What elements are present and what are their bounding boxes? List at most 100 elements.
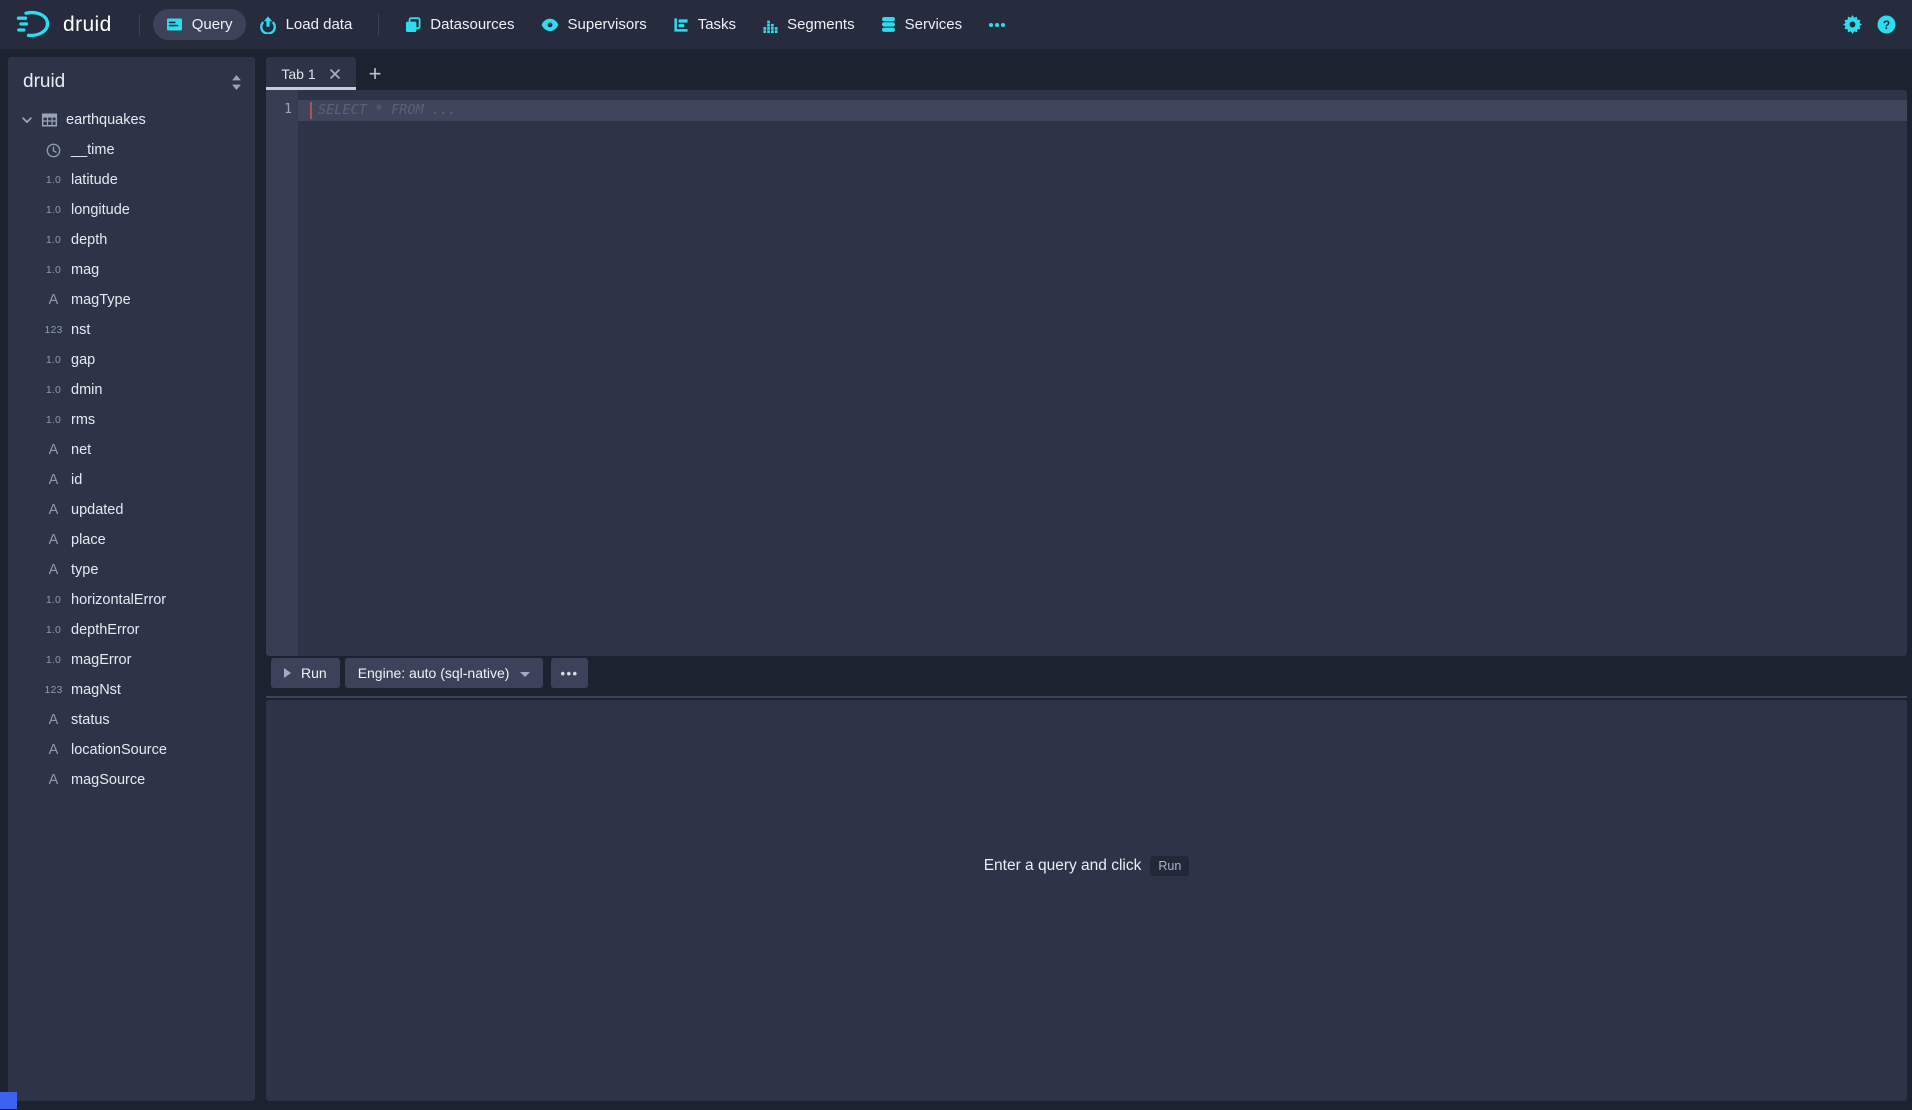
caret-down-icon: [520, 672, 530, 677]
tree-item-rms[interactable]: 1.0 rms: [8, 405, 255, 435]
column-label: depthError: [71, 622, 140, 638]
engine-dropdown[interactable]: Engine: auto (sql-native): [345, 658, 544, 688]
run-bar: Run Engine: auto (sql-native) •••: [271, 658, 588, 688]
type-glyph-A: A: [43, 772, 64, 788]
type-glyph-A: A: [43, 442, 64, 458]
query-tab-bar: Tab 1 +: [266, 57, 394, 90]
type-glyph-1.0: 1.0: [43, 594, 64, 606]
tab-tab-1[interactable]: Tab 1: [266, 57, 356, 90]
sql-editor[interactable]: 1 SELECT * FROM ...: [266, 90, 1907, 656]
tree-item-gap[interactable]: 1.0 gap: [8, 345, 255, 375]
type-glyph-123: 123: [43, 684, 64, 696]
tree-item--time[interactable]: __time: [8, 135, 255, 165]
type-glyph-A: A: [43, 712, 64, 728]
query-icon: [166, 17, 183, 32]
tree-item-net[interactable]: A net: [8, 435, 255, 465]
results-panel: Enter a query and click Run: [266, 700, 1907, 1101]
type-glyph-1.0: 1.0: [43, 264, 64, 276]
line-number: 1: [266, 102, 292, 117]
help-icon[interactable]: ?: [1877, 15, 1896, 34]
nav-item-tasks[interactable]: Tasks: [660, 9, 749, 40]
ellipsis-icon: •••: [560, 666, 578, 681]
type-glyph-1.0: 1.0: [43, 654, 64, 666]
tree-item-deptherror[interactable]: 1.0 depthError: [8, 615, 255, 645]
schema-sidebar: druid earthquakes: [8, 57, 255, 1101]
column-label: mag: [71, 262, 99, 278]
column-label: dmin: [71, 382, 102, 398]
tree-item-magerror[interactable]: 1.0 magError: [8, 645, 255, 675]
tab-label: Tab 1: [281, 66, 315, 82]
schema-title: druid: [23, 71, 65, 93]
column-label: updated: [71, 502, 123, 518]
top-nav: druid Query Load data Datasources Superv…: [0, 0, 1912, 49]
column-label: place: [71, 532, 106, 548]
tree-item-updated[interactable]: A updated: [8, 495, 255, 525]
column-label: magSource: [71, 772, 145, 788]
druid-logo[interactable]: druid: [16, 9, 112, 40]
focus-indicator: [0, 1092, 17, 1109]
tree-item-magnst[interactable]: 123 magNst: [8, 675, 255, 705]
settings-gear-icon[interactable]: [1843, 15, 1862, 34]
column-label: gap: [71, 352, 95, 368]
type-glyph-A: A: [43, 292, 64, 308]
text-cursor: [310, 102, 312, 119]
message-text: Enter a query and click: [984, 857, 1142, 875]
tree-item-status[interactable]: A status: [8, 705, 255, 735]
type-glyph-123: 123: [43, 324, 64, 336]
nav-item-label: Tasks: [698, 16, 736, 33]
clock-icon: [43, 143, 64, 158]
load-data-icon: [259, 16, 277, 34]
tree-item-longitude[interactable]: 1.0 longitude: [8, 195, 255, 225]
nav-item-supervisors[interactable]: Supervisors: [528, 9, 660, 40]
horizontal-splitter[interactable]: [266, 696, 1907, 698]
column-label: latitude: [71, 172, 118, 188]
play-icon: [284, 668, 291, 678]
run-button[interactable]: Run: [271, 658, 340, 688]
nav-item-label: Query: [192, 16, 233, 33]
column-label: locationSource: [71, 742, 167, 758]
sidebar-header: druid: [8, 57, 255, 102]
tree-item-nst[interactable]: 123 nst: [8, 315, 255, 345]
brand-name: druid: [63, 13, 112, 37]
run-button-label: Run: [301, 665, 327, 681]
column-label: magError: [71, 652, 131, 668]
type-glyph-A: A: [43, 472, 64, 488]
tree-item-magsource[interactable]: A magSource: [8, 765, 255, 795]
nav-item-query[interactable]: Query: [153, 9, 246, 40]
tree-item-horizontalerror[interactable]: 1.0 horizontalError: [8, 585, 255, 615]
engine-label: Engine: auto (sql-native): [358, 665, 510, 681]
close-tab-icon[interactable]: [329, 68, 341, 80]
type-glyph-1.0: 1.0: [43, 354, 64, 366]
tree-item-place[interactable]: A place: [8, 525, 255, 555]
nav-item-load-data[interactable]: Load data: [246, 9, 366, 41]
column-label: rms: [71, 412, 95, 428]
editor-placeholder: SELECT * FROM ...: [318, 102, 456, 118]
nav-item-datasources[interactable]: Datasources: [392, 9, 527, 40]
tasks-icon: [673, 17, 689, 33]
double-caret-vertical-icon[interactable]: [231, 75, 242, 90]
nav-item-label: Load data: [286, 16, 353, 33]
nav-item-segments[interactable]: Segments: [749, 9, 868, 40]
chevron-down-icon[interactable]: [21, 114, 33, 126]
more-options-button[interactable]: •••: [551, 658, 587, 688]
column-label: depth: [71, 232, 107, 248]
tree-item-mag[interactable]: 1.0 mag: [8, 255, 255, 285]
add-tab-button[interactable]: +: [356, 57, 394, 90]
tree-item-depth[interactable]: 1.0 depth: [8, 225, 255, 255]
tree-item-magtype[interactable]: A magType: [8, 285, 255, 315]
nav-item-services[interactable]: Services: [868, 9, 976, 40]
tree-item-latitude[interactable]: 1.0 latitude: [8, 165, 255, 195]
tree-item-locationsource[interactable]: A locationSource: [8, 735, 255, 765]
column-label: horizontalError: [71, 592, 166, 608]
tree-item-dmin[interactable]: 1.0 dmin: [8, 375, 255, 405]
tree-item-earthquakes[interactable]: earthquakes: [8, 105, 255, 135]
services-icon: [881, 16, 896, 33]
column-label: id: [71, 472, 82, 488]
table-icon: [41, 112, 58, 128]
column-label: magNst: [71, 682, 121, 698]
tree-item-type[interactable]: A type: [8, 555, 255, 585]
tree-item-id[interactable]: A id: [8, 465, 255, 495]
nav-item-more[interactable]: [975, 15, 1019, 35]
druid-logo-icon: [16, 9, 53, 40]
nav-right-icons: ?: [1843, 15, 1896, 34]
